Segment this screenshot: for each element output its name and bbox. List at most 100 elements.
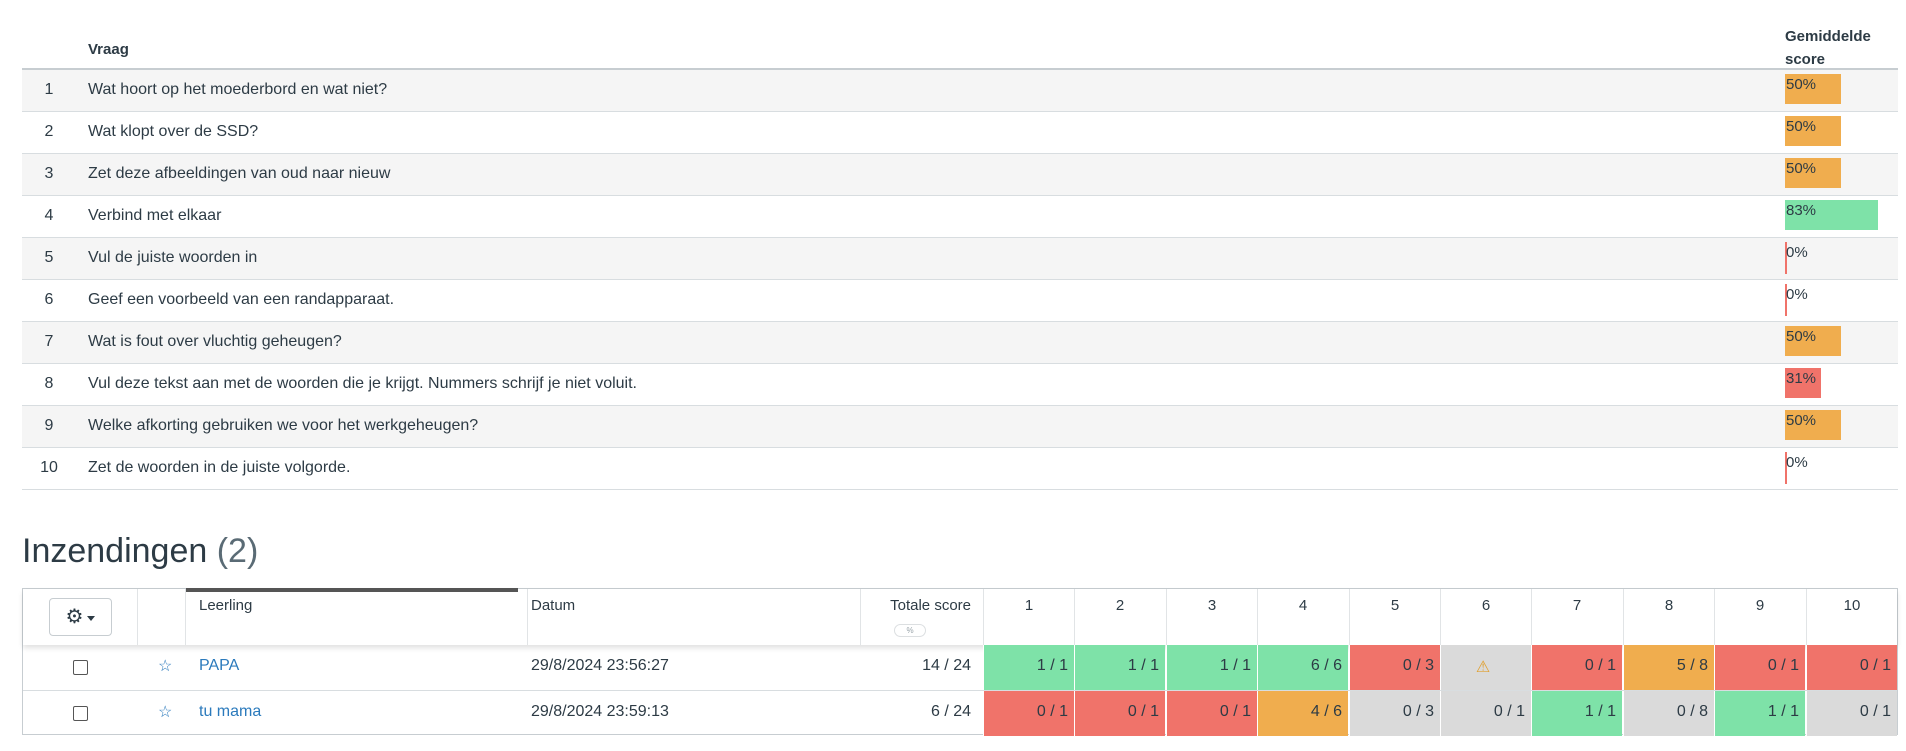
question-text: Verbind met elkaar bbox=[88, 207, 222, 224]
question-score-cell[interactable]: 1 / 1 bbox=[1166, 645, 1257, 690]
question-text: Welke afkorting gebruiken we voor het we… bbox=[88, 417, 479, 434]
question-score-cell[interactable]: 1 / 1 bbox=[1714, 691, 1805, 736]
questions-table-body: 1 Wat hoort op het moederbord en wat niet… bbox=[22, 70, 1898, 490]
question-score-cell[interactable]: 1 / 1 bbox=[1531, 691, 1622, 736]
question-text: Vul de juiste woorden in bbox=[88, 249, 258, 266]
question-score-cell[interactable]: 0 / 1 bbox=[1806, 691, 1897, 736]
question-row: 10 Zet de woorden in de juiste volgorde. 0… bbox=[22, 448, 1898, 490]
question-score-cell[interactable]: 0 / 1 bbox=[1440, 691, 1531, 736]
question-number: 3 bbox=[44, 165, 54, 182]
question-number: 5 bbox=[44, 249, 54, 266]
score-label: 31% bbox=[1786, 370, 1817, 387]
question-score-cell[interactable]: 0 / 1 bbox=[1531, 645, 1622, 690]
question-number: 7 bbox=[44, 333, 54, 350]
score-label: 83% bbox=[1786, 202, 1817, 219]
question-row: 2 Wat klopt over de SSD? 50% bbox=[22, 112, 1898, 154]
score-label: 50% bbox=[1786, 76, 1817, 93]
question-number: 4 bbox=[44, 207, 54, 224]
score-label: 0% bbox=[1786, 244, 1808, 261]
question-number: 10 bbox=[40, 459, 58, 476]
score-label: 50% bbox=[1786, 118, 1817, 135]
question-row: 4 Verbind met elkaar 83% bbox=[22, 196, 1898, 238]
question-score-cell[interactable]: 5 / 8 bbox=[1623, 645, 1714, 690]
percent-toggle[interactable]: % bbox=[894, 624, 926, 637]
submission-date: 29/8/2024 23:59:13 bbox=[531, 703, 669, 720]
question-score-cell[interactable]: 0 / 1 bbox=[1166, 691, 1257, 736]
student-name-link[interactable]: PAPA bbox=[199, 657, 239, 675]
question-score-cell[interactable]: 4 / 6 bbox=[1257, 691, 1348, 736]
question-text: Geef een voorbeeld van een randapparaat. bbox=[88, 291, 395, 308]
column-header-average-score-line2: score bbox=[1785, 51, 1826, 68]
question-score-cell[interactable]: 0 / 1 bbox=[1714, 645, 1805, 690]
question-number: 2 bbox=[44, 123, 54, 140]
question-score-cell[interactable]: 0 / 1 bbox=[1074, 691, 1165, 736]
question-text: Zet deze afbeeldingen van oud naar nieuw bbox=[88, 165, 391, 182]
question-row: 8 Vul deze tekst aan met de woorden die j… bbox=[22, 364, 1898, 406]
submissions-table-header: ⚙ Leerling Datum Totale score % 12345678… bbox=[23, 588, 1897, 645]
question-score-cell[interactable]: 0 / 1 bbox=[1806, 645, 1897, 690]
sort-indicator bbox=[186, 588, 518, 592]
question-row: 9 Welke afkorting gebruiken we voor het w… bbox=[22, 406, 1898, 448]
warning-icon: ⚠ bbox=[1475, 659, 1491, 676]
question-text: Wat hoort op het moederbord en wat niet? bbox=[88, 81, 388, 98]
column-header-question-4[interactable]: 4 bbox=[1257, 589, 1348, 645]
column-header-average-score[interactable]: Gemiddelde score bbox=[1785, 25, 1895, 71]
total-score: 14 / 24 bbox=[922, 657, 971, 674]
column-header-question-10[interactable]: 10 bbox=[1806, 589, 1897, 645]
column-header-question-6[interactable]: 6 bbox=[1440, 589, 1531, 645]
question-row: 6 Geef een voorbeeld van een randapparaat… bbox=[22, 280, 1898, 322]
question-score-cell[interactable]: 0 / 1 bbox=[983, 691, 1074, 736]
row-select-checkbox[interactable] bbox=[73, 706, 88, 721]
submission-row: ☆ PAPA 29/8/2024 23:56:27 14 / 24 1 / 11 / 1… bbox=[23, 645, 1897, 690]
question-row: 3 Zet deze afbeeldingen van oud naar nieu… bbox=[22, 154, 1898, 196]
total-score: 6 / 24 bbox=[930, 703, 971, 720]
row-select-checkbox[interactable] bbox=[73, 660, 88, 675]
submissions-count: (2) bbox=[216, 532, 259, 570]
question-score-cell[interactable]: 1 / 1 bbox=[983, 645, 1074, 690]
score-label: 0% bbox=[1786, 454, 1808, 471]
column-header-average-score-line1: Gemiddelde bbox=[1785, 28, 1871, 45]
question-row: 7 Wat is fout over vluchtig geheugen? 50% bbox=[22, 322, 1898, 364]
column-header-student[interactable]: Leerling bbox=[199, 597, 252, 614]
column-header-total-score[interactable]: Totale score bbox=[863, 597, 971, 614]
question-score-cell[interactable]: 1 / 1 bbox=[1074, 645, 1165, 690]
question-text: Wat klopt over de SSD? bbox=[88, 123, 259, 140]
question-row: 1 Wat hoort op het moederbord en wat niet… bbox=[22, 70, 1898, 112]
score-label: 50% bbox=[1786, 328, 1817, 345]
column-header-question-3[interactable]: 3 bbox=[1166, 589, 1257, 645]
question-score-cell[interactable]: 0 / 3 bbox=[1349, 645, 1440, 690]
question-number: 9 bbox=[44, 417, 54, 434]
question-score-cell[interactable]: 6 / 6 bbox=[1257, 645, 1348, 690]
column-header-question-8[interactable]: 8 bbox=[1623, 589, 1714, 645]
submissions-heading-text: Inzendingen bbox=[22, 532, 208, 570]
settings-menu-button[interactable]: ⚙ bbox=[49, 598, 112, 636]
gear-icon: ⚙ bbox=[65, 606, 84, 628]
question-text: Zet de woorden in de juiste volgorde. bbox=[88, 459, 351, 476]
star-icon[interactable]: ☆ bbox=[158, 656, 172, 676]
column-header-vraag[interactable]: Vraag bbox=[88, 41, 129, 58]
questions-table-header: Vraag Gemiddelde score bbox=[22, 24, 1898, 70]
question-score-cell[interactable]: ⚠ bbox=[1440, 645, 1531, 690]
score-label: 50% bbox=[1786, 412, 1817, 429]
column-header-question-5[interactable]: 5 bbox=[1349, 589, 1440, 645]
score-label: 50% bbox=[1786, 160, 1817, 177]
question-text: Wat is fout over vluchtig geheugen? bbox=[88, 333, 342, 350]
column-header-question-1[interactable]: 1 bbox=[983, 589, 1074, 645]
column-header-question-2[interactable]: 2 bbox=[1074, 589, 1165, 645]
question-row: 5 Vul de juiste woorden in 0% bbox=[22, 238, 1898, 280]
column-header-question-9[interactable]: 9 bbox=[1714, 589, 1805, 645]
question-score-cell[interactable]: 0 / 8 bbox=[1623, 691, 1714, 736]
score-label: 0% bbox=[1786, 286, 1808, 303]
question-number: 1 bbox=[44, 81, 54, 98]
submission-row: ☆ tu mama 29/8/2024 23:59:13 6 / 24 0 / 10 /… bbox=[23, 691, 1897, 736]
question-score-cell[interactable]: 0 / 3 bbox=[1349, 691, 1440, 736]
caret-down-icon bbox=[87, 615, 96, 621]
submission-date: 29/8/2024 23:56:27 bbox=[531, 657, 669, 674]
questions-table: Vraag Gemiddelde score 1 Wat hoort op het… bbox=[22, 24, 1898, 490]
star-icon[interactable]: ☆ bbox=[158, 702, 172, 722]
question-text: Vul deze tekst aan met de woorden die je… bbox=[88, 375, 637, 392]
question-number: 6 bbox=[44, 291, 54, 308]
column-header-question-7[interactable]: 7 bbox=[1531, 589, 1622, 645]
column-header-date[interactable]: Datum bbox=[531, 597, 575, 614]
student-name-link[interactable]: tu mama bbox=[199, 703, 261, 721]
